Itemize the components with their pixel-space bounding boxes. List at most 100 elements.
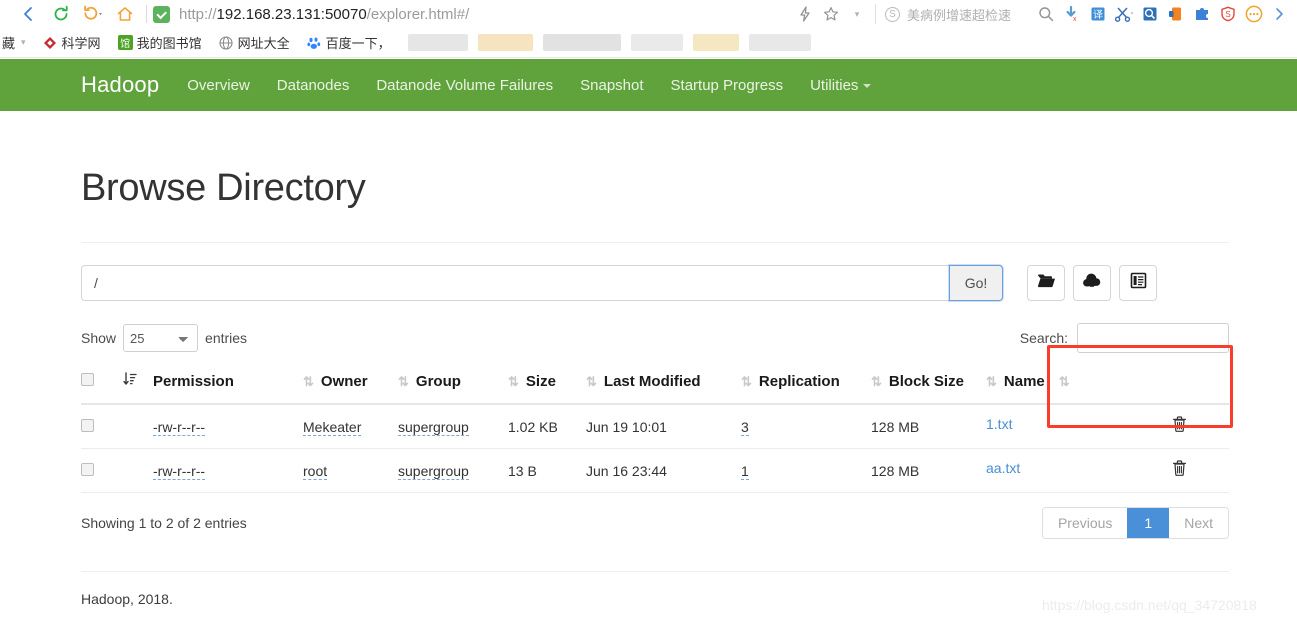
row-checkbox[interactable] xyxy=(81,462,94,476)
cell-group[interactable]: supergroup xyxy=(398,448,508,493)
bookmark-item-websites[interactable]: 网址大全 xyxy=(219,33,290,52)
row-checkbox[interactable] xyxy=(81,418,94,432)
sort-amount-header[interactable] xyxy=(123,366,153,405)
scissors-icon[interactable] xyxy=(1111,1,1137,27)
cell-replication[interactable]: 1 xyxy=(741,448,871,493)
pagination-next[interactable]: Next xyxy=(1169,508,1228,538)
select-all-header[interactable] xyxy=(81,366,123,405)
delete-file-icon[interactable] xyxy=(1172,460,1187,481)
nav-link-datanodes[interactable]: Datanodes xyxy=(277,77,350,94)
chevron-down-icon[interactable]: ▾ xyxy=(21,37,26,48)
table-row[interactable]: -rw-r--r-- root supergroup 13 B Jun 16 2… xyxy=(81,448,1229,493)
cell-replication[interactable]: 3 xyxy=(741,404,871,449)
owner-value[interactable]: Mekeater xyxy=(303,418,362,436)
nav-link-snapshot[interactable]: Snapshot xyxy=(580,77,643,94)
permission-value[interactable]: -rw-r--r-- xyxy=(153,418,206,436)
nav-link-datanode-volume-failures[interactable]: Datanode Volume Failures xyxy=(376,77,553,94)
column-header-group[interactable]: ⇅ Group xyxy=(398,366,508,405)
address-bar[interactable]: http://192.168.23.131:50070/explorer.htm… xyxy=(153,1,792,27)
path-input[interactable] xyxy=(81,265,949,301)
go-button[interactable]: Go! xyxy=(949,265,1003,301)
brand-hadoop[interactable]: Hadoop xyxy=(81,72,159,98)
column-header-replication[interactable]: ⇅ Replication xyxy=(741,366,871,405)
url-host: 192.168.23.131:50070 xyxy=(216,5,367,23)
page-length-select[interactable]: 25 50 100 xyxy=(123,324,199,352)
cell-last-modified: Jun 19 10:01 xyxy=(586,404,741,449)
blurred-bookmark[interactable] xyxy=(407,34,468,51)
blurred-bookmark[interactable] xyxy=(748,34,811,51)
screenshot-icon[interactable] xyxy=(1137,1,1163,27)
puzzle-icon[interactable] xyxy=(1189,1,1215,27)
path-navigation-row: Go! xyxy=(81,265,1229,301)
select-all-checkbox[interactable] xyxy=(81,373,94,386)
pagination-page-1[interactable]: 1 xyxy=(1127,508,1170,538)
files-table-body: -rw-r--r-- Mekeater supergroup 1.02 KB J… xyxy=(81,404,1229,493)
cell-group[interactable]: supergroup xyxy=(398,404,508,449)
page-title: Browse Directory xyxy=(81,167,366,209)
pagination-previous[interactable]: Previous xyxy=(1042,508,1128,538)
blurred-bookmark[interactable] xyxy=(630,34,683,51)
nav-link-overview[interactable]: Overview xyxy=(187,77,250,94)
nav-link-utilities[interactable]: Utilities xyxy=(810,77,872,94)
sogou-search-box[interactable]: S 美病例增速超检速 xyxy=(874,4,1011,24)
undo-history-icon[interactable] xyxy=(78,2,108,26)
lightning-icon[interactable] xyxy=(792,1,818,27)
new-directory-button[interactable] xyxy=(1027,265,1065,301)
row-spacer-cell xyxy=(123,448,153,493)
column-header-owner[interactable]: ⇅ Owner xyxy=(303,366,398,405)
owner-value[interactable]: root xyxy=(303,462,328,480)
table-row[interactable]: -rw-r--r-- Mekeater supergroup 1.02 KB J… xyxy=(81,404,1229,449)
chevron-down-icon[interactable]: ▾ xyxy=(844,1,870,27)
blurred-bookmark[interactable] xyxy=(477,34,533,51)
column-header-size[interactable]: ⇅ Size xyxy=(508,366,586,405)
paw-icon xyxy=(307,35,322,50)
sort-amount-desc-icon[interactable] xyxy=(123,372,138,390)
shield-s-icon[interactable]: S xyxy=(1215,1,1241,27)
nav-link-startup-progress[interactable]: Startup Progress xyxy=(671,77,784,94)
column-header-permission[interactable]: Permission xyxy=(153,366,303,405)
files-table-head: Permission ⇅ Owner ⇅ Group ⇅ Size ⇅ Last Mod… xyxy=(81,366,1229,405)
file-link[interactable]: aa.txt xyxy=(986,460,1020,476)
blurred-bookmark[interactable] xyxy=(692,34,739,51)
chevron-right-icon[interactable] xyxy=(1267,1,1293,27)
home-icon[interactable] xyxy=(110,2,140,26)
column-header-name[interactable]: ⇅ Name ⇅ xyxy=(986,366,1229,405)
group-value[interactable]: supergroup xyxy=(398,462,469,480)
clipboard-list-icon xyxy=(1130,272,1147,294)
reload-icon[interactable] xyxy=(46,2,76,26)
cut-paste-button[interactable] xyxy=(1119,265,1157,301)
permission-value[interactable]: -rw-r--r-- xyxy=(153,462,206,480)
cell-owner[interactable]: Mekeater xyxy=(303,404,398,449)
column-header-block-size[interactable]: ⇅ Block Size xyxy=(871,366,986,405)
bookmark-item-baidu[interactable]: 百度一下， xyxy=(307,33,391,52)
toolbar-divider xyxy=(146,5,147,23)
dots-icon[interactable] xyxy=(1241,1,1267,27)
star-icon[interactable] xyxy=(818,1,844,27)
row-select-cell[interactable] xyxy=(81,448,123,493)
phone-icon[interactable] xyxy=(1163,1,1189,27)
blurred-bookmark[interactable] xyxy=(542,34,621,51)
column-header-last-modified[interactable]: ⇅ Last Modified xyxy=(586,366,741,405)
delete-file-icon[interactable] xyxy=(1172,416,1187,437)
sort-arrows-icon: ⇅ xyxy=(871,374,882,389)
content-container: Browse Directory Go! xyxy=(81,167,1229,607)
table-header-row: Permission ⇅ Owner ⇅ Group ⇅ Size ⇅ Last Mod… xyxy=(81,366,1229,405)
upload-files-button[interactable] xyxy=(1073,265,1111,301)
search-icon[interactable] xyxy=(1033,1,1059,27)
group-value[interactable]: supergroup xyxy=(398,418,469,436)
file-link[interactable]: 1.txt xyxy=(986,416,1012,432)
bookmark-item-library[interactable]: 馆 我的图书馆 xyxy=(117,33,202,52)
search-input[interactable] xyxy=(1077,323,1229,353)
bookmark-item-collection[interactable]: 藏 ▾ xyxy=(2,33,26,52)
cell-permission[interactable]: -rw-r--r-- xyxy=(153,448,303,493)
replication-value[interactable]: 3 xyxy=(741,418,749,436)
cell-owner[interactable]: root xyxy=(303,448,398,493)
replication-value[interactable]: 1 xyxy=(741,462,749,480)
cell-permission[interactable]: -rw-r--r-- xyxy=(153,404,303,449)
path-input-group: Go! xyxy=(81,265,1003,301)
download-icon[interactable]: x xyxy=(1059,1,1085,27)
translate-icon[interactable]: 译 xyxy=(1085,1,1111,27)
bookmark-item-kexuewang[interactable]: 科学网 xyxy=(43,33,101,52)
back-arrow-icon[interactable] xyxy=(14,2,44,26)
row-select-cell[interactable] xyxy=(81,404,123,449)
